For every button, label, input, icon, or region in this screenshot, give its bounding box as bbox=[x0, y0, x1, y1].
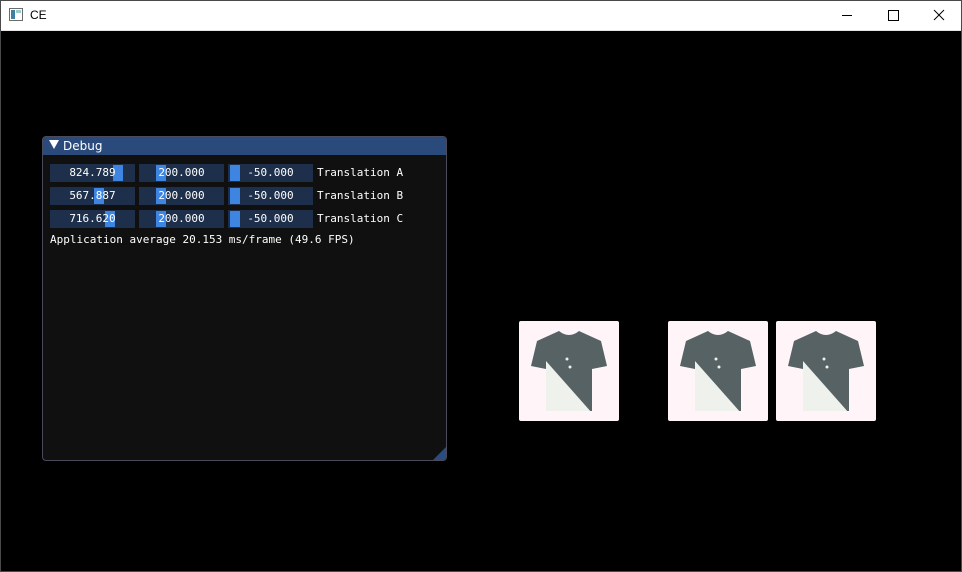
translation-b-z-slider[interactable]: -50.000 bbox=[228, 187, 313, 205]
translation-b-y-slider[interactable]: 200.000 bbox=[139, 187, 224, 205]
tshirt-icon bbox=[680, 331, 756, 411]
slider-value: 824.789 bbox=[69, 166, 116, 179]
debug-panel[interactable]: Debug 824.789 200.000 -50.000 Translatio… bbox=[42, 136, 447, 461]
translation-a-z-slider[interactable]: -50.000 bbox=[228, 164, 313, 182]
translation-b-label: Translation B bbox=[317, 189, 404, 202]
tshirt-icon bbox=[788, 331, 864, 411]
slider-value: 200.000 bbox=[158, 166, 205, 179]
tshirt-tile bbox=[776, 321, 876, 421]
slider-value: 200.000 bbox=[158, 212, 205, 225]
close-button[interactable] bbox=[916, 0, 962, 30]
window-title: CE bbox=[30, 8, 47, 22]
maximize-button[interactable] bbox=[870, 0, 916, 30]
tshirt-icon bbox=[531, 331, 607, 411]
slider-value: -50.000 bbox=[247, 166, 294, 179]
minimize-button[interactable] bbox=[824, 0, 870, 30]
close-icon bbox=[933, 9, 945, 21]
translation-c-y-slider[interactable]: 200.000 bbox=[139, 210, 224, 228]
translation-c-label: Translation C bbox=[317, 212, 404, 225]
translation-c-x-slider[interactable]: 716.620 bbox=[50, 210, 135, 228]
minimize-icon bbox=[842, 14, 852, 16]
slider-value: 200.000 bbox=[158, 189, 205, 202]
title-bar: CE bbox=[0, 0, 962, 31]
debug-panel-header[interactable]: Debug bbox=[43, 137, 446, 155]
translation-b-x-slider[interactable]: 567.887 bbox=[50, 187, 135, 205]
slider-value: 716.620 bbox=[69, 212, 116, 225]
translation-a-x-slider[interactable]: 824.789 bbox=[50, 164, 135, 182]
slider-value: -50.000 bbox=[247, 212, 294, 225]
translation-a-y-slider[interactable]: 200.000 bbox=[139, 164, 224, 182]
translation-c-z-slider[interactable]: -50.000 bbox=[228, 210, 313, 228]
maximize-icon bbox=[887, 9, 899, 21]
resize-grip[interactable] bbox=[433, 447, 446, 460]
debug-panel-title: Debug bbox=[63, 139, 103, 153]
slider-value: 567.887 bbox=[69, 189, 116, 202]
frame-stats-text: Application average 20.153 ms/frame (49.… bbox=[50, 233, 355, 246]
slider-value: -50.000 bbox=[247, 189, 294, 202]
collapse-triangle-icon[interactable] bbox=[49, 140, 59, 149]
tshirt-tile bbox=[668, 321, 768, 421]
app-icon bbox=[9, 8, 23, 21]
tshirt-tile bbox=[519, 321, 619, 421]
translation-a-label: Translation A bbox=[317, 166, 404, 179]
